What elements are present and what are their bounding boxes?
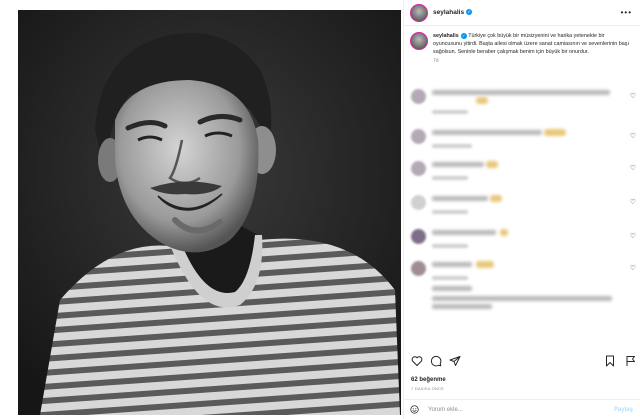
- comment-text-blurred: [432, 90, 610, 95]
- comment-avatar[interactable]: [411, 129, 426, 144]
- verified-badge-icon: ✓: [466, 9, 473, 16]
- comment-avatar[interactable]: [411, 161, 426, 176]
- emoji-icon[interactable]: [410, 405, 419, 414]
- header-username[interactable]: seylahalis ✓: [433, 9, 473, 16]
- comment-text-blurred: [432, 296, 612, 301]
- action-bar: [404, 353, 640, 373]
- post-header: seylahalis ✓ •••: [404, 0, 640, 26]
- comment-icon[interactable]: [430, 355, 442, 367]
- comment-item: ♡: [404, 126, 640, 156]
- avatar[interactable]: [410, 3, 428, 22]
- comment-text-blurred: [432, 262, 472, 267]
- comment-like-icon[interactable]: ♡: [630, 92, 636, 100]
- add-comment-bar: Yorum ekle... Paylaş: [404, 399, 640, 419]
- comment-like-icon[interactable]: ♡: [630, 264, 636, 272]
- emoji-icon: [486, 161, 498, 168]
- bookmark-icon[interactable]: [604, 355, 616, 367]
- heart-icon[interactable]: [411, 355, 423, 367]
- comment-text-blurred: [432, 130, 542, 135]
- comment-meta-blurred: [432, 276, 468, 280]
- instagram-post: seylahalis ✓ ••• seylahalis ✓ Türkiye çok …: [0, 0, 640, 419]
- comment-input[interactable]: Yorum ekle...: [428, 407, 463, 413]
- emoji-icon: [476, 261, 494, 268]
- comment-like-icon[interactable]: ♡: [630, 132, 636, 140]
- post-sidebar: seylahalis ✓ ••• seylahalis ✓ Türkiye çok …: [403, 0, 640, 419]
- comment-meta-blurred: [432, 110, 468, 114]
- comment-meta-blurred: [432, 144, 472, 148]
- comment-text-blurred: [432, 230, 496, 235]
- caption-verified-badge-icon: ✓: [460, 32, 467, 39]
- emoji-icon: [476, 97, 488, 104]
- comment-item: [404, 284, 640, 318]
- more-dots-icon[interactable]: •••: [621, 8, 632, 17]
- comment-item: ♡: [404, 192, 640, 222]
- comment-meta-blurred: [432, 176, 468, 180]
- caption-timestamp: 7d: [433, 58, 439, 64]
- flag-icon[interactable]: [626, 355, 636, 367]
- caption: seylahalis ✓ Türkiye çok büyük bir müsizy…: [404, 26, 640, 56]
- caption-text: seylahalis ✓ Türkiye çok büyük bir müsizy…: [433, 32, 634, 56]
- comment-item: ♡: [404, 158, 640, 188]
- emoji-icon: [544, 129, 566, 136]
- comment-meta-blurred: [432, 210, 468, 214]
- comment-avatar[interactable]: [411, 261, 426, 276]
- post-time: 7 DAKİKA ÖNCE: [411, 386, 445, 391]
- comment-like-icon[interactable]: ♡: [630, 232, 636, 240]
- comment-like-icon[interactable]: ♡: [630, 164, 636, 172]
- comment-item: ♡: [404, 226, 640, 256]
- post-comment-button[interactable]: Paylaş: [614, 407, 633, 413]
- comment-avatar[interactable]: [411, 89, 426, 104]
- comment-like-icon[interactable]: ♡: [630, 198, 636, 206]
- comment-avatar[interactable]: [411, 195, 426, 210]
- comment-text-blurred: [432, 196, 488, 201]
- caption-username[interactable]: seylahalis: [433, 33, 459, 39]
- comment-avatar[interactable]: [411, 229, 426, 244]
- caption-avatar[interactable]: [410, 32, 428, 50]
- comment-text-blurred: [432, 162, 484, 167]
- comment-item: ♡: [404, 86, 640, 116]
- comment-text-blurred: [432, 286, 472, 291]
- portrait-image: [18, 10, 401, 415]
- post-photo[interactable]: [0, 0, 403, 419]
- likes-count[interactable]: 62 beğenme: [411, 377, 446, 383]
- share-icon[interactable]: [449, 355, 461, 367]
- emoji-icon: [490, 195, 502, 202]
- username-text[interactable]: seylahalis: [433, 9, 464, 16]
- comment-meta-blurred: [432, 244, 468, 248]
- emoji-icon: [500, 229, 508, 236]
- comment-text-blurred: [432, 304, 492, 309]
